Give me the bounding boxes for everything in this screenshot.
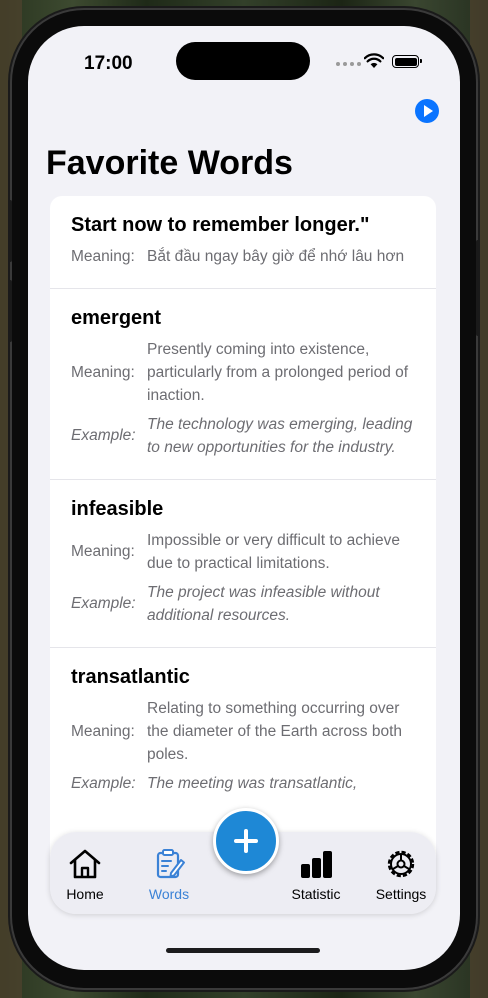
example-label: Example: — [71, 595, 136, 612]
example-text: The technology was emerging, leading to … — [147, 416, 413, 456]
tab-statistic-label: Statistic — [291, 886, 341, 902]
word-title: emergent — [71, 307, 162, 329]
bar-chart-icon — [301, 851, 332, 878]
list-item[interactable]: infeasible Meaning: Impossible or very d… — [50, 479, 436, 647]
clipboard-pencil-icon — [156, 849, 185, 879]
add-word-button[interactable] — [213, 808, 279, 874]
tab-words-label: Words — [148, 886, 190, 902]
tab-settings-label: Settings — [375, 886, 427, 902]
dynamic-island — [176, 42, 310, 80]
meaning-text: Bắt đầu ngay bây giờ để nhớ lâu hơn — [147, 248, 405, 265]
example-text: The meeting was transatlantic, — [147, 775, 358, 792]
wifi-icon — [364, 53, 384, 68]
status-time: 17:00 — [84, 53, 133, 74]
tab-home[interactable]: Home — [50, 832, 120, 914]
list-item[interactable]: emergent Meaning: Presently coming into … — [50, 288, 436, 479]
home-indicator[interactable] — [166, 948, 320, 953]
example-text: The project was infeasible without addit… — [147, 584, 380, 624]
word-title: Start now to remember longer." — [71, 214, 370, 236]
tab-statistic[interactable]: Statistic — [281, 832, 351, 914]
list-item[interactable]: transatlantic Meaning: Relating to somet… — [50, 647, 436, 815]
meaning-text: Relating to something occurring over the… — [147, 700, 403, 763]
app-screen: 17:00 Favorite Words Start now to rememb… — [28, 26, 460, 970]
word-title: transatlantic — [71, 666, 190, 688]
list-item[interactable]: Start now to remember longer." Meaning: … — [50, 196, 436, 288]
gear-icon — [387, 850, 415, 878]
tab-home-label: Home — [66, 886, 104, 902]
word-list: Start now to remember longer." Meaning: … — [50, 196, 436, 896]
meaning-text: Presently coming into existence, particu… — [147, 341, 409, 404]
meaning-label: Meaning: — [71, 722, 135, 740]
signal-icon — [336, 62, 361, 66]
example-label: Example: — [71, 774, 136, 792]
house-icon — [69, 849, 101, 879]
page-title: Favorite Words — [46, 144, 293, 182]
play-circle-icon[interactable] — [415, 99, 439, 123]
tab-words[interactable]: Words — [134, 832, 204, 914]
meaning-label: Meaning: — [71, 543, 135, 560]
meaning-label: Meaning: — [71, 247, 135, 265]
meaning-text: Impossible or very difficult to achieve … — [147, 532, 400, 572]
word-title: infeasible — [71, 498, 164, 520]
tab-settings[interactable]: Settings — [366, 832, 436, 914]
example-label: Example: — [71, 427, 136, 444]
meaning-label: Meaning: — [71, 363, 135, 381]
battery-icon — [392, 55, 422, 68]
